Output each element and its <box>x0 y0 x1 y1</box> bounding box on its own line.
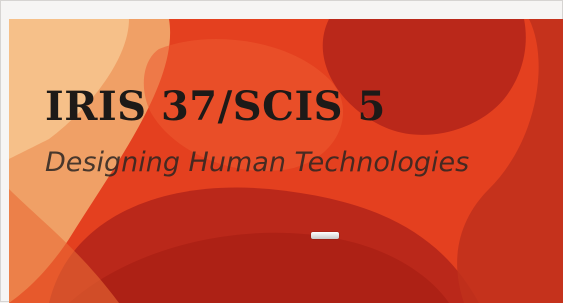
banner-frame: IRIS 37/SCIS 5 Designing Human Technolog… <box>0 0 563 303</box>
slide-indicator-icon[interactable] <box>311 232 339 239</box>
banner-subtitle: Designing Human Technologies <box>45 147 470 178</box>
hero-banner[interactable]: IRIS 37/SCIS 5 Designing Human Technolog… <box>9 19 563 303</box>
banner-title: IRIS 37/SCIS 5 <box>45 83 386 130</box>
